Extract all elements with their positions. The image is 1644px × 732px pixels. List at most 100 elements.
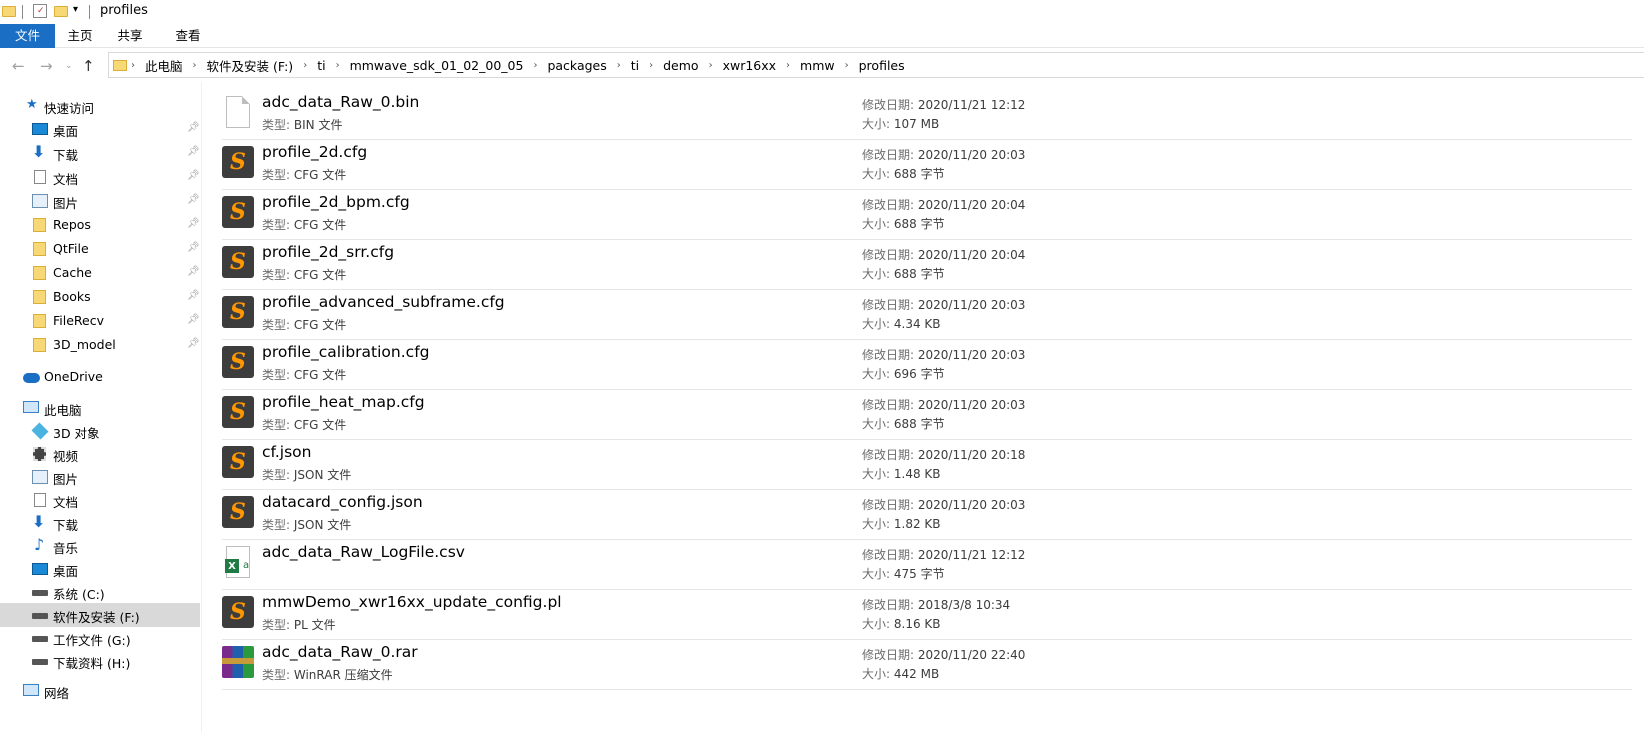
file-row[interactable]: Scf.json 类型: JSON 文件 修改日期: 2020/11/20 20:1… (222, 440, 1632, 490)
nav-item-folder[interactable]: QtFile 📌︎ (0, 237, 200, 261)
chevron-right-icon[interactable]: › (529, 60, 541, 71)
breadcrumb-item[interactable]: mmwave_sdk_01_02_00_05 (344, 58, 530, 73)
tab-home[interactable]: 主页 (60, 24, 100, 48)
nav-item-folder[interactable]: 3D_model 📌︎ (0, 333, 200, 357)
file-row[interactable]: Sprofile_advanced_subframe.cfg 类型: CFG 文件… (222, 290, 1632, 340)
nav-item-drive-c[interactable]: 系统 (C:) (0, 580, 200, 604)
drive-icon (32, 636, 48, 642)
file-row[interactable]: Sprofile_2d.cfg 类型: CFG 文件 修改日期: 2020/11/2… (222, 140, 1632, 190)
file-name[interactable]: adc_data_Raw_0.rar (262, 643, 418, 661)
file-row[interactable]: SmmwDemo_xwr16xx_update_config.pl 类型: PL … (222, 590, 1632, 640)
nav-item-downloads[interactable]: ⬇ 下载 📌︎ (0, 141, 200, 165)
modified-label: 修改日期: (862, 598, 915, 612)
music-note-icon: ♪ (34, 535, 45, 554)
breadcrumb-item[interactable]: mmw (794, 58, 841, 73)
nav-label: 图片 (53, 472, 79, 487)
nav-item-documents[interactable]: 文档 📌︎ (0, 165, 200, 189)
breadcrumb-item[interactable]: ti (625, 58, 645, 73)
chevron-right-icon[interactable]: › (782, 60, 794, 71)
address-bar[interactable]: › 此电脑 › 软件及安装 (F:) › ti › mmwave_sdk_01_… (108, 52, 1644, 78)
chevron-right-icon[interactable]: › (127, 60, 139, 71)
properties-icon[interactable]: ✓ (33, 4, 47, 18)
breadcrumb-item[interactable]: 软件及安装 (F:) (201, 56, 300, 75)
file-row[interactable]: Sdatacard_config.json 类型: JSON 文件 修改日期: 20… (222, 490, 1632, 540)
nav-onedrive[interactable]: OneDrive (0, 365, 200, 389)
file-name[interactable]: profile_advanced_subframe.cfg (262, 293, 505, 311)
chevron-right-icon[interactable]: › (189, 60, 201, 71)
breadcrumb-item[interactable]: packages (541, 58, 612, 73)
chevron-right-icon[interactable]: › (613, 60, 625, 71)
file-name[interactable]: mmwDemo_xwr16xx_update_config.pl (262, 593, 562, 611)
nav-item-folder[interactable]: Books 📌︎ (0, 285, 200, 309)
back-arrow-icon[interactable]: ← (12, 57, 25, 75)
file-name[interactable]: profile_heat_map.cfg (262, 393, 425, 411)
file-name[interactable]: profile_2d_srr.cfg (262, 243, 394, 261)
breadcrumb-item[interactable]: 此电脑 (139, 56, 189, 75)
file-row[interactable]: Sprofile_2d_srr.cfg 类型: CFG 文件 修改日期: 2020/… (222, 240, 1632, 290)
pin-icon[interactable]: 📌︎ (187, 314, 200, 325)
pane-divider[interactable] (201, 82, 202, 732)
pin-icon[interactable]: 📌︎ (187, 122, 200, 133)
nav-item-documents[interactable]: 文档 (0, 488, 200, 512)
chevron-right-icon[interactable]: › (841, 60, 853, 71)
nav-item-3d-objects[interactable]: 3D 对象 (0, 419, 200, 443)
file-row[interactable]: adc_data_Raw_0.bin 类型: BIN 文件 修改日期: 2020/1… (222, 90, 1632, 140)
pin-icon[interactable]: 📌︎ (187, 170, 200, 181)
new-folder-icon[interactable] (54, 6, 68, 17)
nav-item-drive-h[interactable]: 下载资料 (H:) (0, 649, 200, 673)
up-arrow-icon[interactable]: ↑ (82, 57, 95, 75)
nav-item-folder[interactable]: Cache 📌︎ (0, 261, 200, 285)
nav-this-pc[interactable]: 此电脑 (0, 396, 200, 420)
file-name[interactable]: cf.json (262, 443, 311, 461)
file-name[interactable]: adc_data_Raw_LogFile.csv (262, 543, 465, 561)
chevron-right-icon[interactable]: › (299, 60, 311, 71)
file-name[interactable]: profile_2d.cfg (262, 143, 367, 161)
file-name[interactable]: datacard_config.json (262, 493, 423, 511)
chevron-right-icon[interactable]: › (332, 60, 344, 71)
file-row[interactable]: Xa adc_data_Raw_LogFile.csv 修改日期: 2020/11/… (222, 540, 1632, 590)
tab-view[interactable]: 查看 (168, 24, 208, 48)
nav-item-folder[interactable]: Repos 📌︎ (0, 213, 200, 237)
file-row[interactable]: Sprofile_heat_map.cfg 类型: CFG 文件 修改日期: 202… (222, 390, 1632, 440)
nav-item-folder[interactable]: FileRecv 📌︎ (0, 309, 200, 333)
pin-icon[interactable]: 📌︎ (187, 266, 200, 277)
pin-icon[interactable]: 📌︎ (187, 338, 200, 349)
nav-item-pictures[interactable]: 图片 📌︎ (0, 189, 200, 213)
nav-label: FileRecv (53, 313, 105, 328)
nav-item-pictures[interactable]: 图片 (0, 465, 200, 489)
file-name[interactable]: adc_data_Raw_0.bin (262, 93, 419, 111)
recent-locations-chevron-icon[interactable]: ⌄ (65, 61, 73, 71)
breadcrumb-item[interactable]: profiles (853, 58, 911, 73)
pin-icon[interactable]: 📌︎ (187, 242, 200, 253)
nav-item-desktop[interactable]: 桌面 📌︎ (0, 117, 200, 141)
nav-label: 文档 (53, 495, 79, 510)
breadcrumb-item[interactable]: ti (311, 58, 331, 73)
chevron-right-icon[interactable]: › (645, 60, 657, 71)
pin-icon[interactable]: 📌︎ (187, 290, 200, 301)
nav-network[interactable]: 网络 (0, 679, 200, 703)
nav-item-drive-f[interactable]: 软件及安装 (F:) (0, 603, 200, 627)
pin-icon[interactable]: 📌︎ (187, 194, 200, 205)
file-name[interactable]: profile_2d_bpm.cfg (262, 193, 410, 211)
chevron-right-icon[interactable]: › (705, 60, 717, 71)
tab-share[interactable]: 共享 (110, 24, 150, 48)
nav-item-downloads[interactable]: ⬇ 下载 (0, 511, 200, 535)
nav-item-videos[interactable]: 视频 (0, 442, 200, 466)
file-name[interactable]: profile_calibration.cfg (262, 343, 430, 361)
pin-icon[interactable]: 📌︎ (187, 146, 200, 157)
breadcrumb-item[interactable]: xwr16xx (717, 58, 782, 73)
file-row[interactable]: adc_data_Raw_0.rar 类型: WinRAR 压缩文件 修改日期: 2… (222, 640, 1632, 690)
forward-arrow-icon[interactable]: → (40, 57, 53, 75)
tab-file[interactable]: 文件 (0, 24, 55, 48)
pin-icon[interactable]: 📌︎ (187, 218, 200, 229)
file-row[interactable]: Sprofile_2d_bpm.cfg 类型: CFG 文件 修改日期: 2020/… (222, 190, 1632, 240)
file-row[interactable]: Sprofile_calibration.cfg 类型: CFG 文件 修改日期: … (222, 340, 1632, 390)
folder-icon (33, 266, 46, 280)
modified-label: 修改日期: (862, 348, 915, 362)
nav-quick-access[interactable]: ★ 快速访问 (0, 94, 200, 118)
nav-item-music[interactable]: ♪ 音乐 (0, 534, 200, 558)
breadcrumb-item[interactable]: demo (657, 58, 704, 73)
customize-toolbar-icon[interactable]: ▾ (73, 4, 78, 15)
nav-item-desktop[interactable]: 桌面 (0, 557, 200, 581)
nav-item-drive-g[interactable]: 工作文件 (G:) (0, 626, 200, 650)
